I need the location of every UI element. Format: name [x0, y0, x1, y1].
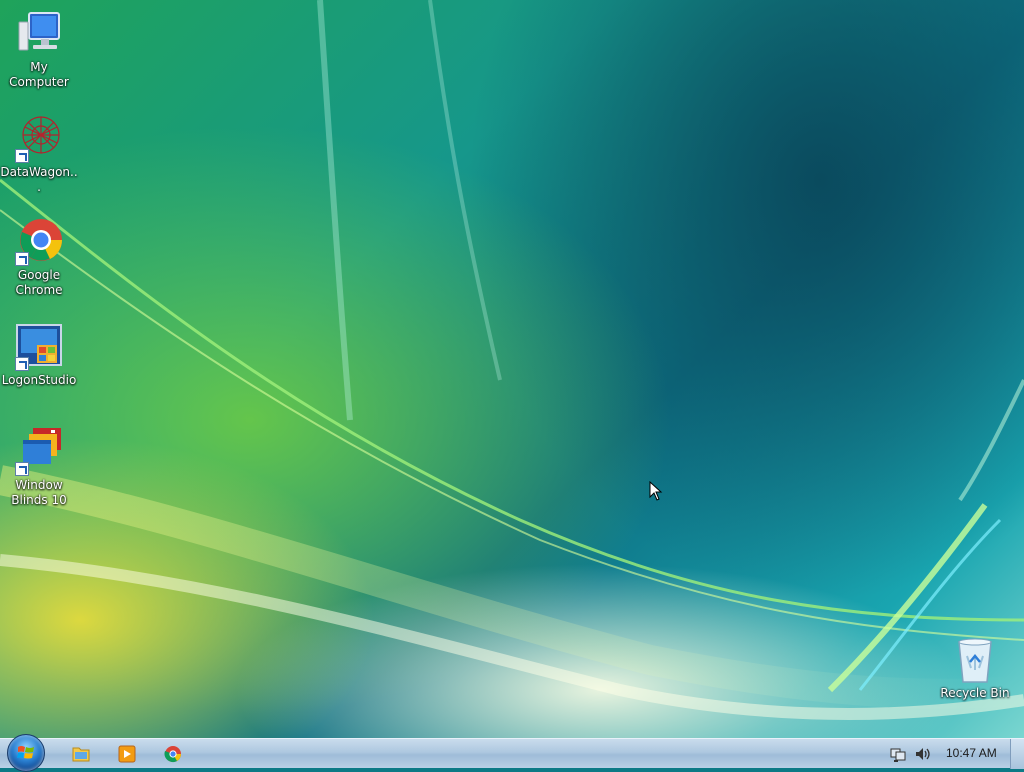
desktop-icon-windowblinds[interactable]: Window Blinds 10 — [0, 428, 78, 508]
shortcut-arrow-icon — [15, 252, 29, 266]
recycle-bin-icon — [951, 636, 999, 684]
shortcut-arrow-icon — [15, 149, 29, 163]
desktop-icon-google-chrome[interactable]: Google Chrome — [0, 218, 78, 298]
desktop-icon-label: Window Blinds 10 — [11, 478, 67, 507]
volume-icon — [916, 748, 930, 760]
desktop-icon-logonstudio[interactable]: LogonStudio — [0, 323, 78, 388]
windowblinds-icon — [15, 428, 63, 476]
desktop-icon-label: My Computer — [9, 60, 69, 89]
start-button[interactable] — [7, 734, 45, 772]
chrome-icon — [164, 746, 182, 763]
desktop-icon-my-computer[interactable]: My Computer — [0, 10, 78, 90]
taskbar-clock[interactable]: 10:47 AM — [946, 746, 997, 760]
computer-icon — [15, 10, 63, 58]
desktop-wallpaper — [0, 0, 1024, 738]
file-explorer-icon — [72, 747, 90, 762]
taskbar-file-explorer-button[interactable] — [68, 743, 94, 765]
taskbar-media-player-button[interactable] — [114, 743, 140, 765]
wallpaper-light-streaks — [0, 0, 1024, 720]
desktop-icon-datawagon[interactable]: DataWagon... — [0, 115, 78, 195]
mouse-cursor-icon — [649, 480, 663, 505]
taskbar: 10:47 AM — [0, 734, 1024, 772]
datawagon-icon — [15, 115, 63, 163]
shortcut-arrow-icon — [15, 462, 29, 476]
media-player-icon — [118, 745, 136, 763]
desktop-icon-label: Recycle Bin — [940, 686, 1010, 700]
desktop-icon-label: DataWagon... — [0, 165, 78, 194]
taskbar-chrome-button[interactable] — [160, 743, 186, 765]
network-icon — [890, 748, 906, 762]
desktop-icon-label: LogonStudio — [1, 373, 77, 387]
windows-logo-icon — [17, 746, 34, 759]
tray-network-button[interactable] — [886, 743, 910, 765]
logonstudio-icon — [15, 323, 63, 371]
chrome-icon — [15, 218, 63, 266]
shortcut-arrow-icon — [15, 357, 29, 371]
desktop-icon-label: Google Chrome — [15, 268, 63, 297]
desktop-icon-recycle-bin[interactable]: Recycle Bin — [936, 636, 1014, 701]
show-desktop-button[interactable] — [1010, 739, 1024, 769]
tray-volume-button[interactable] — [911, 743, 935, 765]
